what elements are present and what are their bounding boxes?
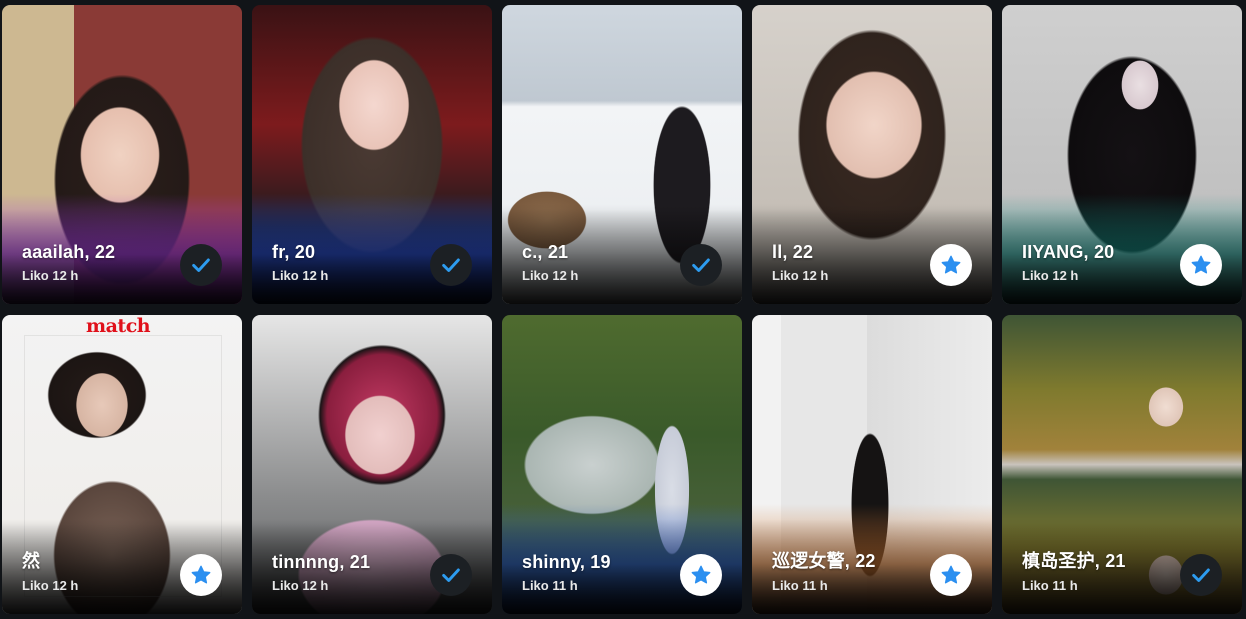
profile-card[interactable]: tinnnng, 21 Liko 12 h [252, 315, 492, 614]
liko-time: Liko 12 h [272, 268, 329, 283]
liko-time: Liko 12 h [22, 268, 79, 283]
star-badge[interactable] [680, 554, 722, 596]
liko-time: Liko 11 h [772, 578, 828, 593]
profile-card[interactable]: c., 21 Liko 12 h [502, 5, 742, 304]
profile-name: IIYANG, 20 [1022, 242, 1115, 262]
profile-name: fr, 20 [272, 242, 316, 262]
liko-time: Liko 11 h [1022, 578, 1078, 593]
profile-name: 巡逻女警, 22 [772, 551, 876, 571]
check-badge[interactable] [180, 244, 222, 286]
check-icon [442, 568, 460, 582]
profile-name: shinny, 19 [522, 552, 611, 572]
star-icon [191, 565, 211, 584]
profile-name: c., 21 [522, 242, 569, 262]
profile-card[interactable]: 巡逻女警, 22 Liko 11 h [752, 315, 992, 614]
star-icon [691, 565, 711, 584]
profile-name: 然 [22, 551, 41, 571]
liko-time: Liko 12 h [272, 578, 329, 593]
profile-name: 槙岛圣护, 21 [1022, 551, 1126, 571]
star-badge[interactable] [930, 244, 972, 286]
liko-time: Liko 11 h [522, 578, 578, 593]
match-label: match [86, 315, 151, 337]
check-badge[interactable] [430, 244, 472, 286]
star-badge[interactable] [930, 554, 972, 596]
check-icon [442, 258, 460, 272]
star-icon [941, 255, 961, 274]
liko-time: Liko 12 h [1022, 268, 1079, 283]
check-icon [1192, 568, 1210, 582]
profile-name: ll, 22 [772, 242, 814, 262]
check-badge[interactable] [680, 244, 722, 286]
profile-card[interactable]: IIYANG, 20 Liko 12 h [1002, 5, 1242, 304]
profile-card[interactable]: 槙岛圣护, 21 Liko 11 h [1002, 315, 1242, 614]
profile-name: aaailah, 22 [22, 242, 116, 262]
profile-card[interactable]: fr, 20 Liko 12 h [252, 5, 492, 304]
profile-card[interactable]: aaailah, 22 Liko 12 h [2, 5, 242, 304]
star-icon [941, 565, 961, 584]
liko-time: Liko 12 h [22, 578, 79, 593]
star-badge[interactable] [180, 554, 222, 596]
profile-name: tinnnng, 21 [272, 552, 371, 572]
liko-time: Liko 12 h [772, 268, 829, 283]
check-icon [692, 258, 710, 272]
profile-card[interactable]: ll, 22 Liko 12 h [752, 5, 992, 304]
check-icon [192, 258, 210, 272]
check-badge[interactable] [1180, 554, 1222, 596]
star-badge[interactable] [1180, 244, 1222, 286]
liko-time: Liko 12 h [522, 268, 579, 283]
star-icon [1191, 255, 1211, 274]
profile-card[interactable]: shinny, 19 Liko 11 h [502, 315, 742, 614]
check-badge[interactable] [430, 554, 472, 596]
likes-grid: aaailah, 22 Liko 12 h fr, 20 Liko 12 h c… [0, 0, 1246, 619]
profile-card[interactable]: match 然 Liko 12 h [2, 315, 242, 614]
